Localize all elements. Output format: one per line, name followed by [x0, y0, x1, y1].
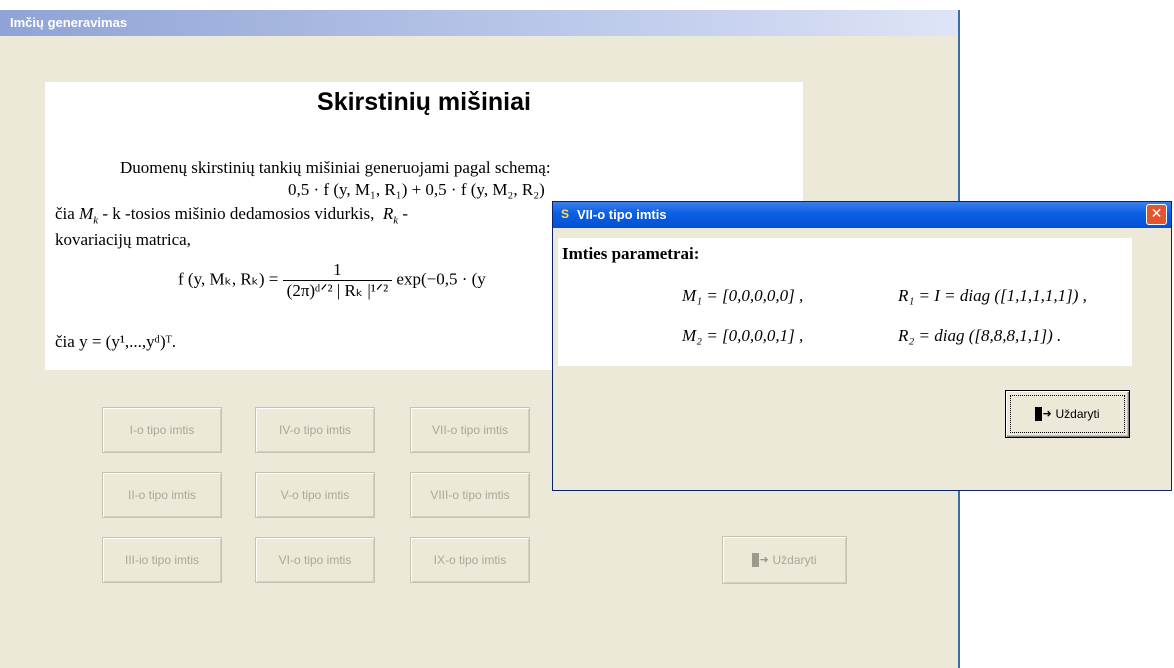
- density-formula: f (y, Mₖ, Rₖ) = 1 (2π)ᵈᐟ² | Rₖ |¹ᐟ² exp(…: [178, 260, 486, 301]
- description-line-1: Duomenų skirstinių tankių mišiniai gener…: [120, 158, 551, 177]
- density-numerator: 1: [282, 260, 393, 281]
- exit-icon: ➜: [1035, 407, 1052, 421]
- density-denominator: (2π)ᵈᐟ² | Rₖ |¹ᐟ²: [286, 281, 389, 300]
- type-6-button[interactable]: VI-o tipo imtis: [255, 537, 375, 583]
- main-close-label: Uždaryti: [772, 553, 817, 567]
- main-close-button[interactable]: ➜ Uždaryti: [722, 536, 847, 584]
- params-heading: Imties parametrai:: [562, 244, 700, 263]
- description-line-4: kovariacijų matrica,: [55, 230, 191, 249]
- description-heading: Skirstinių mišiniai: [317, 88, 531, 116]
- dialog-title: VII-o tipo imtis: [577, 207, 667, 222]
- mixture-formula: 0,5 · f (y, M₁, R₁) + 0,5 · f (y, M₂, R₂…: [288, 180, 545, 199]
- description-line-3-prefix: čia: [55, 204, 75, 223]
- main-window-title: Imčių generavimas: [10, 15, 128, 30]
- params-dialog: S VII-o tipo imtis ✕ Imties parametrai: …: [552, 201, 1172, 491]
- density-rhs: exp(−0,5 · (y: [396, 269, 486, 289]
- dialog-titlebar[interactable]: S VII-o tipo imtis ✕: [553, 202, 1171, 228]
- param-m1: M₁ = [0,0,0,0,0] ,: [682, 286, 804, 305]
- type-4-button[interactable]: IV-o tipo imtis: [255, 407, 375, 453]
- exit-icon: ➜: [752, 553, 769, 567]
- density-lhs: f (y, Mₖ, Rₖ) =: [178, 269, 279, 289]
- type-7-button[interactable]: VII-o tipo imtis: [410, 407, 530, 453]
- type-9-button[interactable]: IX-o tipo imtis: [410, 537, 530, 583]
- type-1-button[interactable]: I-o tipo imtis: [102, 407, 222, 453]
- type-3-button[interactable]: III-io tipo imtis: [102, 537, 222, 583]
- param-m2: M₂ = [0,0,0,0,1] ,: [682, 326, 804, 345]
- main-titlebar[interactable]: Imčių generavimas: [0, 10, 958, 36]
- type-5-button[interactable]: V-o tipo imtis: [255, 472, 375, 518]
- description-line-3-mid: - k -tosios mišinio dedamosios vidurkis,: [102, 204, 375, 223]
- param-r1: R₁ = I = diag ([1,1,1,1,1]) ,: [898, 286, 1087, 305]
- dialog-close-x-button[interactable]: ✕: [1146, 204, 1167, 225]
- density-fraction: 1 (2π)ᵈᐟ² | Rₖ |¹ᐟ²: [282, 260, 393, 301]
- app-s-icon: S: [560, 207, 569, 221]
- param-r2: R₂ = diag ([8,8,8,1,1]) .: [898, 326, 1062, 345]
- description-line-6: čia y = (y¹,...,yᵈ)ᵀ.: [55, 332, 177, 351]
- type-2-button[interactable]: II-o tipo imtis: [102, 472, 222, 518]
- dialog-close-button[interactable]: ➜ Uždaryti: [1005, 390, 1130, 438]
- focus-rect: [1010, 395, 1125, 433]
- description-line-3: čia Mk - k -tosios mišinio dedamosios vi…: [55, 204, 409, 227]
- params-panel: Imties parametrai: M₁ = [0,0,0,0,0] , R₁…: [558, 238, 1132, 366]
- type-8-button[interactable]: VIII-o tipo imtis: [410, 472, 530, 518]
